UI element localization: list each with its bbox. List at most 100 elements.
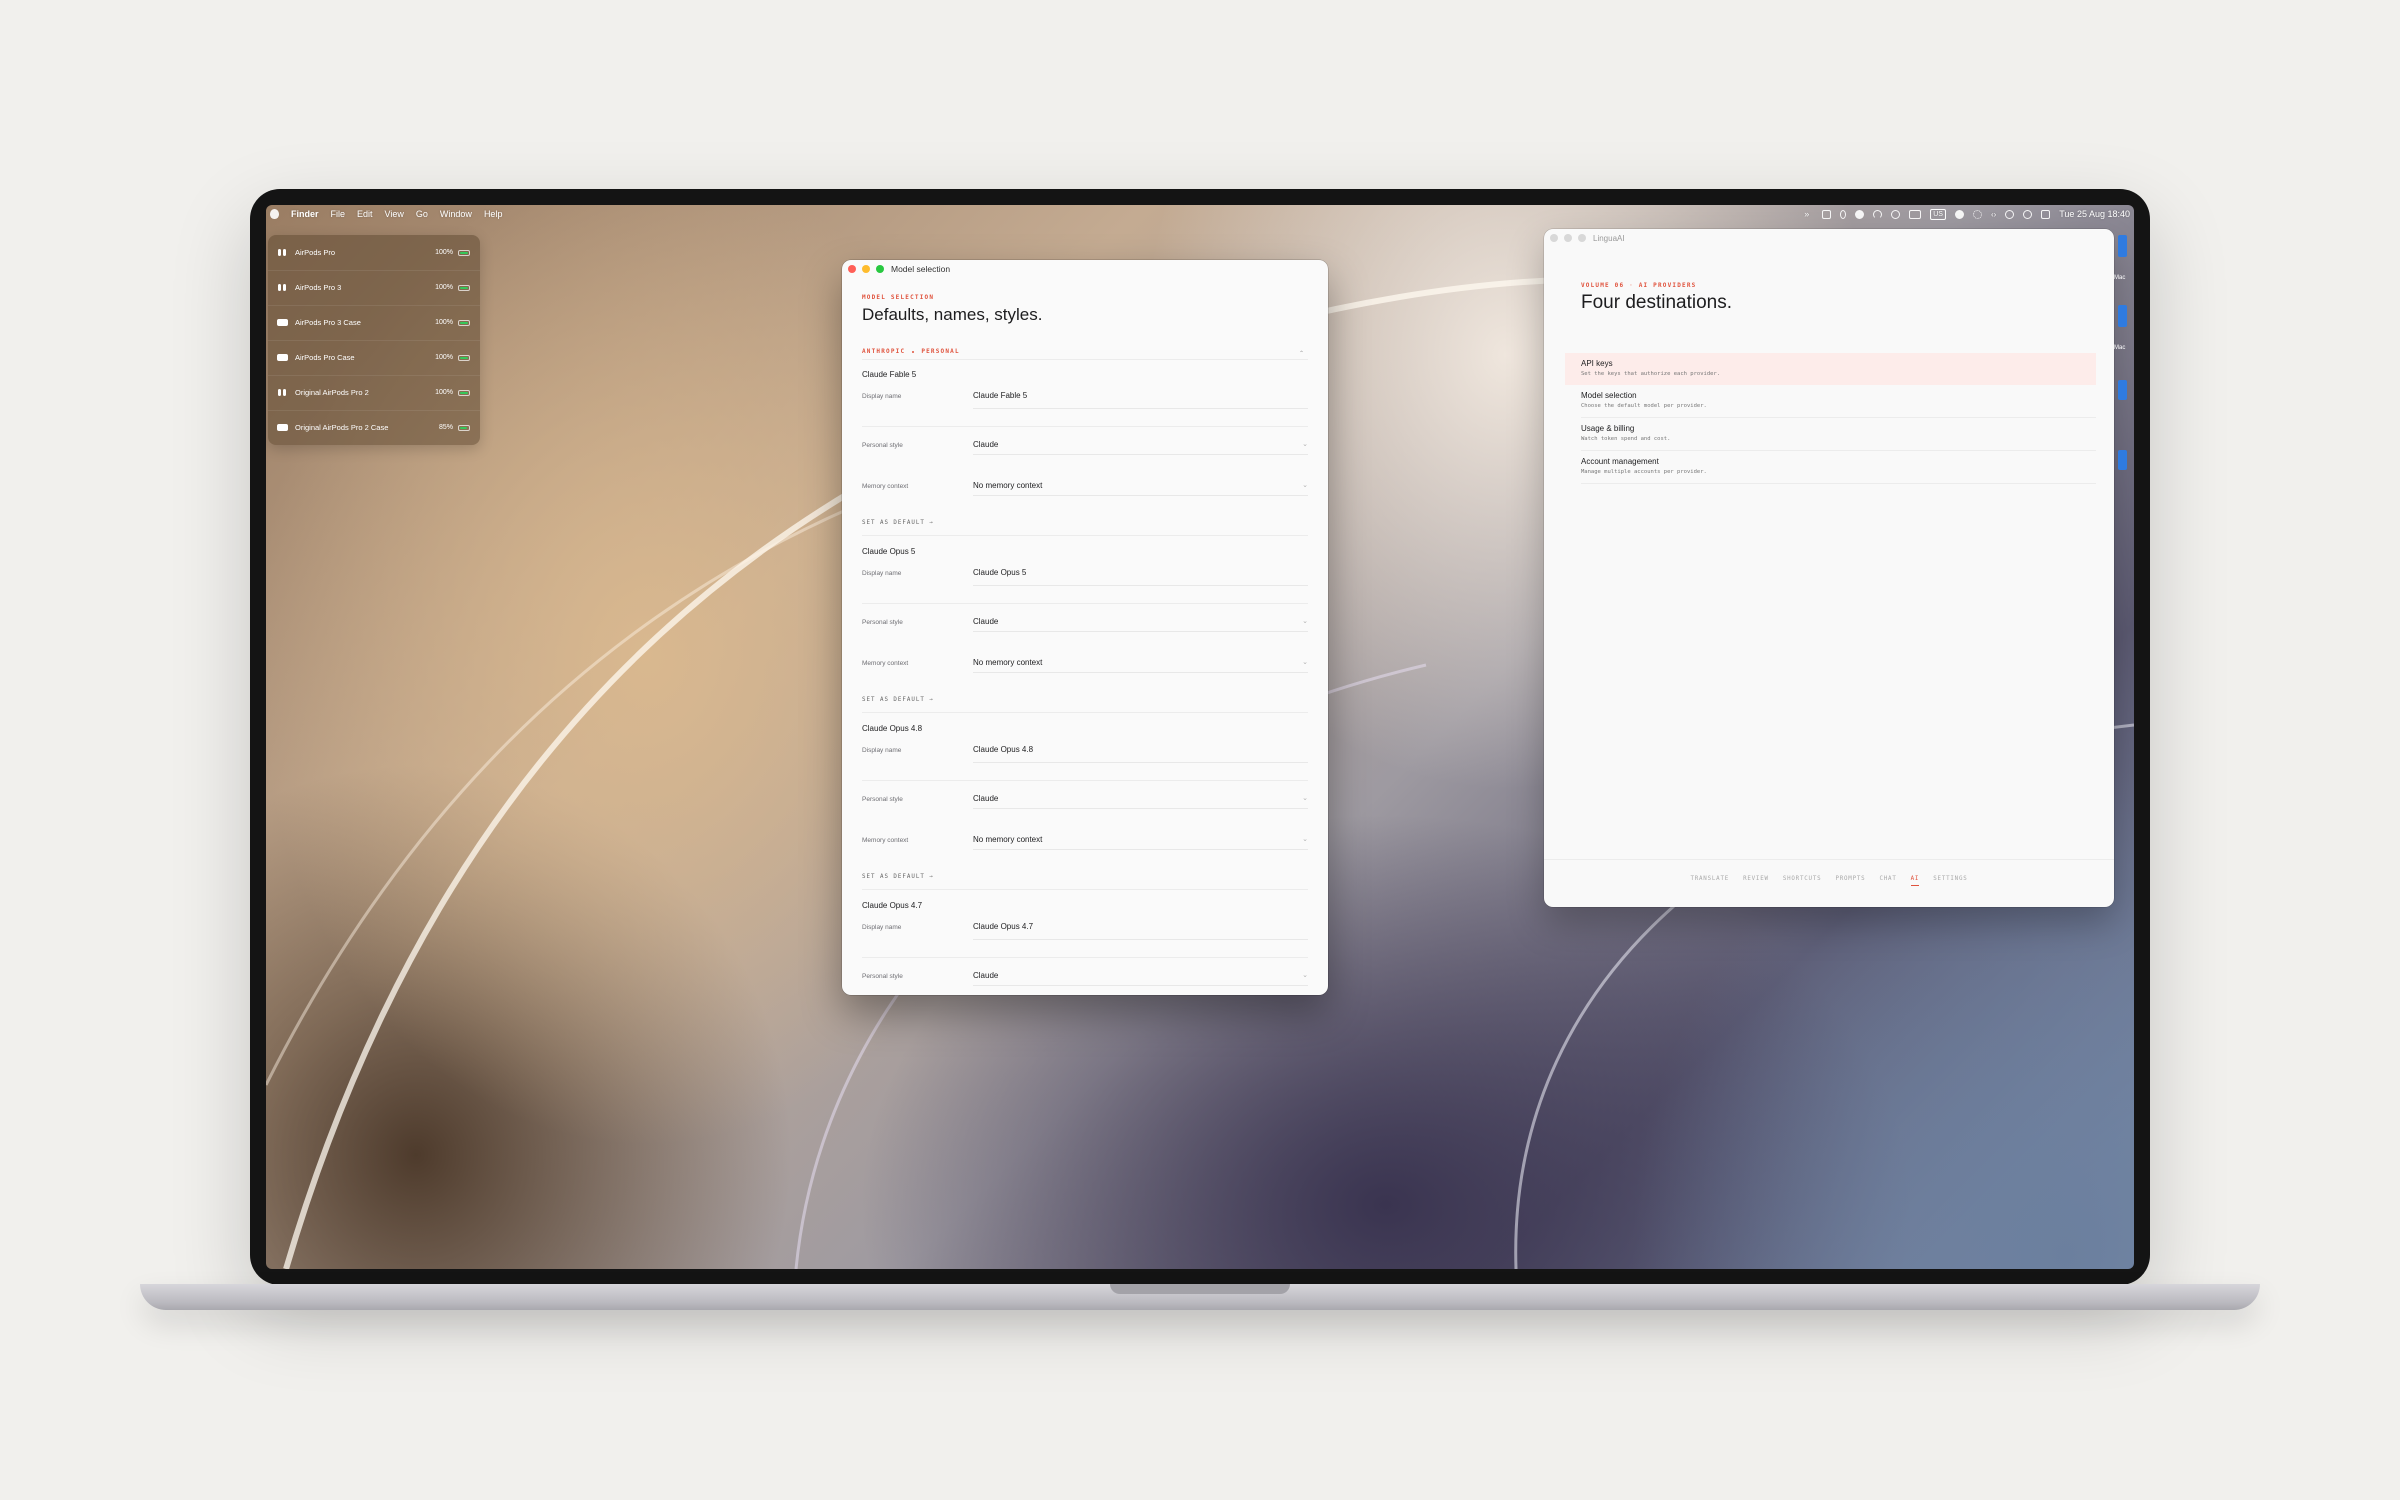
destination-model-selection[interactable]: Model selection Choose the default model…	[1565, 385, 2096, 417]
zoom-button[interactable]	[876, 265, 884, 273]
wifi-icon[interactable]	[1873, 209, 1883, 219]
record-icon[interactable]	[1891, 209, 1901, 219]
apple-icon[interactable]	[270, 209, 279, 219]
divider	[862, 780, 1308, 781]
focus-icon[interactable]	[2005, 209, 2015, 219]
model-name: Claude Opus 4.7	[862, 901, 923, 910]
provider-scope[interactable]: ANTHROPIC PERSONAL	[862, 348, 960, 355]
battery-icon	[458, 249, 470, 256]
destination-description: Choose the default model per provider.	[1581, 403, 1707, 409]
model-name: Claude Fable 5	[862, 370, 917, 379]
menu-go[interactable]: Go	[416, 209, 428, 219]
tab-ai[interactable]: AI	[1910, 876, 1920, 886]
menubar-clock[interactable]: Tue 25 Aug 18:40	[2059, 209, 2130, 219]
battery-icon	[458, 354, 470, 361]
personal-style-label: Personal style	[862, 442, 903, 449]
provider-label: ANTHROPIC	[862, 348, 906, 355]
divider	[1581, 483, 2096, 484]
chevron-down-icon[interactable]: ⌄	[1302, 658, 1308, 666]
window-title: LinguaAI	[1593, 233, 1625, 243]
memory-context-label: Memory context	[862, 660, 909, 667]
airpods-device-row[interactable]: Original AirPods Pro 2 100%	[268, 375, 480, 411]
section-eyebrow: MODEL SELECTION	[862, 294, 935, 301]
menu-edit[interactable]: Edit	[357, 209, 373, 219]
set-default-button[interactable]: SET AS DEFAULT →	[862, 697, 934, 703]
airpods-device-row[interactable]: AirPods Pro Case 100%	[268, 340, 480, 376]
personal-style-select[interactable]: Claude	[973, 440, 998, 449]
menu-help[interactable]: Help	[484, 209, 503, 219]
airpods-device-row[interactable]: AirPods Pro 3 100%	[268, 270, 480, 306]
close-button[interactable]	[1550, 234, 1558, 242]
model-name: Claude Opus 5	[862, 547, 916, 556]
menu-file[interactable]: File	[331, 209, 346, 219]
tab-settings[interactable]: SETTINGS	[1933, 876, 1967, 882]
window-titlebar: Model selection	[842, 260, 1328, 278]
minus-circle-icon[interactable]	[2023, 209, 2033, 219]
chevron-up-icon[interactable]: ⌃	[1299, 350, 1304, 357]
desktop-folder-icon[interactable]	[2118, 235, 2127, 257]
personal-style-select[interactable]: Claude	[973, 617, 998, 626]
memory-context-select[interactable]: No memory context	[973, 658, 1042, 667]
desktop-folder-icon[interactable]	[2118, 380, 2127, 400]
scope-separator	[912, 350, 915, 353]
close-button[interactable]	[848, 265, 856, 273]
personal-style-select[interactable]: Claude	[973, 971, 998, 980]
tab-chat[interactable]: CHAT	[1879, 876, 1896, 882]
field-underline	[973, 495, 1308, 496]
field-underline	[973, 672, 1308, 673]
set-default-button[interactable]: SET AS DEFAULT →	[862, 520, 934, 526]
display-name-field[interactable]: Claude Opus 4.7	[973, 922, 1033, 931]
airpods-device-row[interactable]: Original AirPods Pro 2 Case 85%	[268, 410, 480, 445]
account-label: PERSONAL	[921, 348, 960, 355]
tab-translate[interactable]: TRANSLATE	[1690, 876, 1729, 882]
airpods-case-icon	[275, 423, 289, 432]
desktop-folder-icon[interactable]	[2118, 450, 2127, 470]
zoom-button[interactable]	[1578, 234, 1586, 242]
tab-prompts[interactable]: PROMPTS	[1835, 876, 1865, 882]
play-circle-icon[interactable]	[1954, 209, 1964, 219]
personal-style-select[interactable]: Claude	[973, 794, 998, 803]
device-name: AirPods Pro 3 Case	[295, 318, 361, 327]
keyboard-icon[interactable]	[1822, 209, 1832, 219]
control-center-icon[interactable]	[2041, 209, 2051, 219]
settings-icon[interactable]	[1972, 209, 1982, 219]
chevron-down-icon[interactable]: ⌄	[1302, 481, 1308, 489]
chevron-down-icon[interactable]: ⌄	[1302, 794, 1308, 802]
set-default-button[interactable]: SET AS DEFAULT →	[862, 874, 934, 880]
display-name-label: Display name	[862, 393, 902, 400]
memory-context-select[interactable]: No memory context	[973, 481, 1042, 490]
display-name-field[interactable]: Claude Opus 4.8	[973, 745, 1033, 754]
menu-app-name[interactable]: Finder	[291, 209, 319, 219]
airpods-device-row[interactable]: AirPods Pro 100%	[268, 235, 480, 271]
display-name-field[interactable]: Claude Opus 5	[973, 568, 1026, 577]
window-title: Model selection	[891, 264, 951, 274]
chat-bubble-icon[interactable]	[1855, 209, 1865, 219]
menu-window[interactable]: Window	[440, 209, 472, 219]
airpods-device-row[interactable]: AirPods Pro 3 Case 100%	[268, 305, 480, 341]
desktop-folder-icon[interactable]	[2118, 305, 2127, 327]
minimize-button[interactable]	[862, 265, 870, 273]
airpods-icon	[275, 388, 289, 397]
microphone-icon[interactable]	[1840, 209, 1847, 219]
memory-context-select[interactable]: No memory context	[973, 835, 1042, 844]
chevron-down-icon[interactable]: ⌄	[1302, 971, 1308, 979]
chevron-double-right-icon[interactable]: »	[1804, 209, 1813, 219]
minimize-button[interactable]	[1564, 234, 1572, 242]
screen-icon[interactable]	[1909, 209, 1922, 219]
chevron-down-icon[interactable]: ⌄	[1302, 440, 1308, 448]
destination-account-management[interactable]: Account management Manage multiple accou…	[1565, 451, 2096, 483]
destination-usage-billing[interactable]: Usage & billing Watch token spend and co…	[1565, 418, 2096, 450]
personal-style-label: Personal style	[862, 796, 903, 803]
menu-view[interactable]: View	[385, 209, 404, 219]
chevron-down-icon[interactable]: ⌄	[1302, 617, 1308, 625]
tab-shortcuts[interactable]: SHORTCUTS	[1783, 876, 1822, 882]
tab-review[interactable]: REVIEW	[1743, 876, 1769, 882]
code-icon[interactable]: ‹›	[1991, 210, 1996, 219]
divider	[862, 359, 1308, 360]
field-underline	[973, 808, 1308, 809]
display-name-field[interactable]: Claude Fable 5	[973, 391, 1027, 400]
airpods-case-icon	[275, 318, 289, 327]
chevron-down-icon[interactable]: ⌄	[1302, 835, 1308, 843]
keyboard-layout-badge[interactable]: US	[1930, 208, 1946, 220]
destination-api-keys[interactable]: API keys Set the keys that authorize eac…	[1565, 353, 2096, 385]
